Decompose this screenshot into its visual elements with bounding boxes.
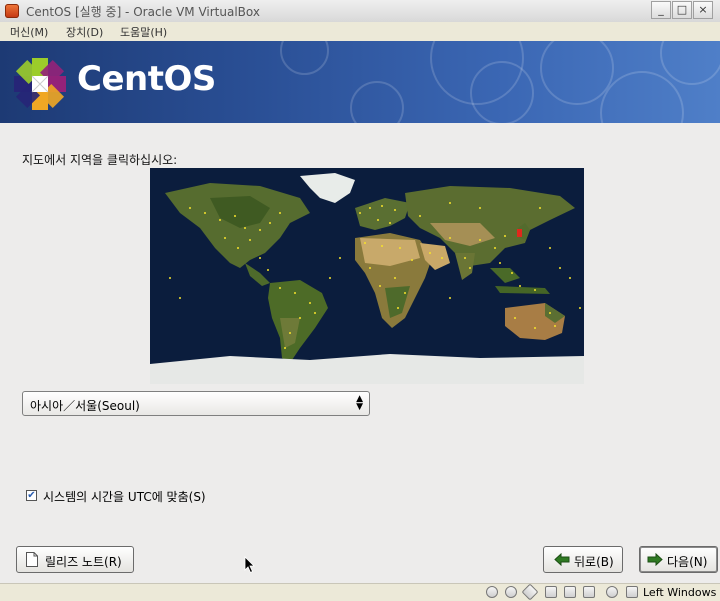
maximize-button[interactable]: □ xyxy=(672,1,692,19)
host-key-label: Left Windows xyxy=(643,586,717,599)
menu-devices[interactable]: 장치(D) xyxy=(66,24,103,40)
utc-checkbox-label[interactable]: 시스템의 시간을 UTC에 맞춤(S) xyxy=(43,488,206,505)
document-icon xyxy=(26,552,38,567)
window-title: CentOS [실행 중] - Oracle VM VirtualBox xyxy=(26,5,260,19)
mouse-integration-icon[interactable] xyxy=(606,586,618,598)
back-button[interactable]: 뒤로(B) xyxy=(543,546,623,573)
shared-folders-icon[interactable] xyxy=(564,586,576,598)
selected-city-marker xyxy=(517,229,522,237)
timezone-select[interactable]: 아시아／서울(Seoul) ▲ ▼ xyxy=(22,391,370,416)
network-icon[interactable] xyxy=(545,586,557,598)
close-button[interactable]: × xyxy=(693,1,713,19)
map-prompt: 지도에서 지역을 클릭하십시오: xyxy=(22,153,178,167)
dropdown-updown-icon: ▲ ▼ xyxy=(356,394,363,412)
next-button-label: 다음(N) xyxy=(667,555,708,569)
release-notes-label: 릴리즈 노트(R) xyxy=(45,555,122,569)
optical-drive-icon[interactable] xyxy=(505,586,517,598)
window-title-bar: CentOS [실행 중] - Oracle VM VirtualBox _ □… xyxy=(0,0,720,23)
release-notes-button[interactable]: 릴리즈 노트(R) xyxy=(16,546,134,573)
world-timezone-map[interactable] xyxy=(150,168,584,384)
centos-logo-text: CentOS xyxy=(77,59,216,99)
vm-status-bar: Left Windows xyxy=(0,583,720,601)
back-button-label: 뒤로(B) xyxy=(574,555,614,569)
mouse-cursor-icon xyxy=(244,556,255,574)
next-button[interactable]: 다음(N) xyxy=(639,546,718,573)
timezone-selected-value: 아시아／서울(Seoul) xyxy=(30,399,140,413)
minimize-button[interactable]: _ xyxy=(651,1,671,19)
hard-disk-icon[interactable] xyxy=(486,586,498,598)
menu-machine[interactable]: 머신(M) xyxy=(10,24,48,40)
menu-bar: 머신(M) 장치(D) 도움말(H) xyxy=(0,22,720,42)
virtualbox-app-icon xyxy=(5,4,19,18)
display-icon[interactable] xyxy=(583,586,595,598)
arrow-right-icon xyxy=(647,553,663,566)
arrow-left-icon xyxy=(554,553,570,566)
centos-banner: CentOS xyxy=(0,41,720,123)
vm-display[interactable]: CentOS 지도에서 지역을 클릭하십시오: 아시아／서울(Seoul) ▲ … xyxy=(0,41,720,583)
menu-help[interactable]: 도움말(H) xyxy=(120,24,167,40)
utc-checkbox[interactable]: ✔ xyxy=(26,490,37,501)
centos-logo-icon xyxy=(14,58,66,110)
host-key-icon xyxy=(626,586,638,598)
usb-icon[interactable] xyxy=(521,583,539,601)
